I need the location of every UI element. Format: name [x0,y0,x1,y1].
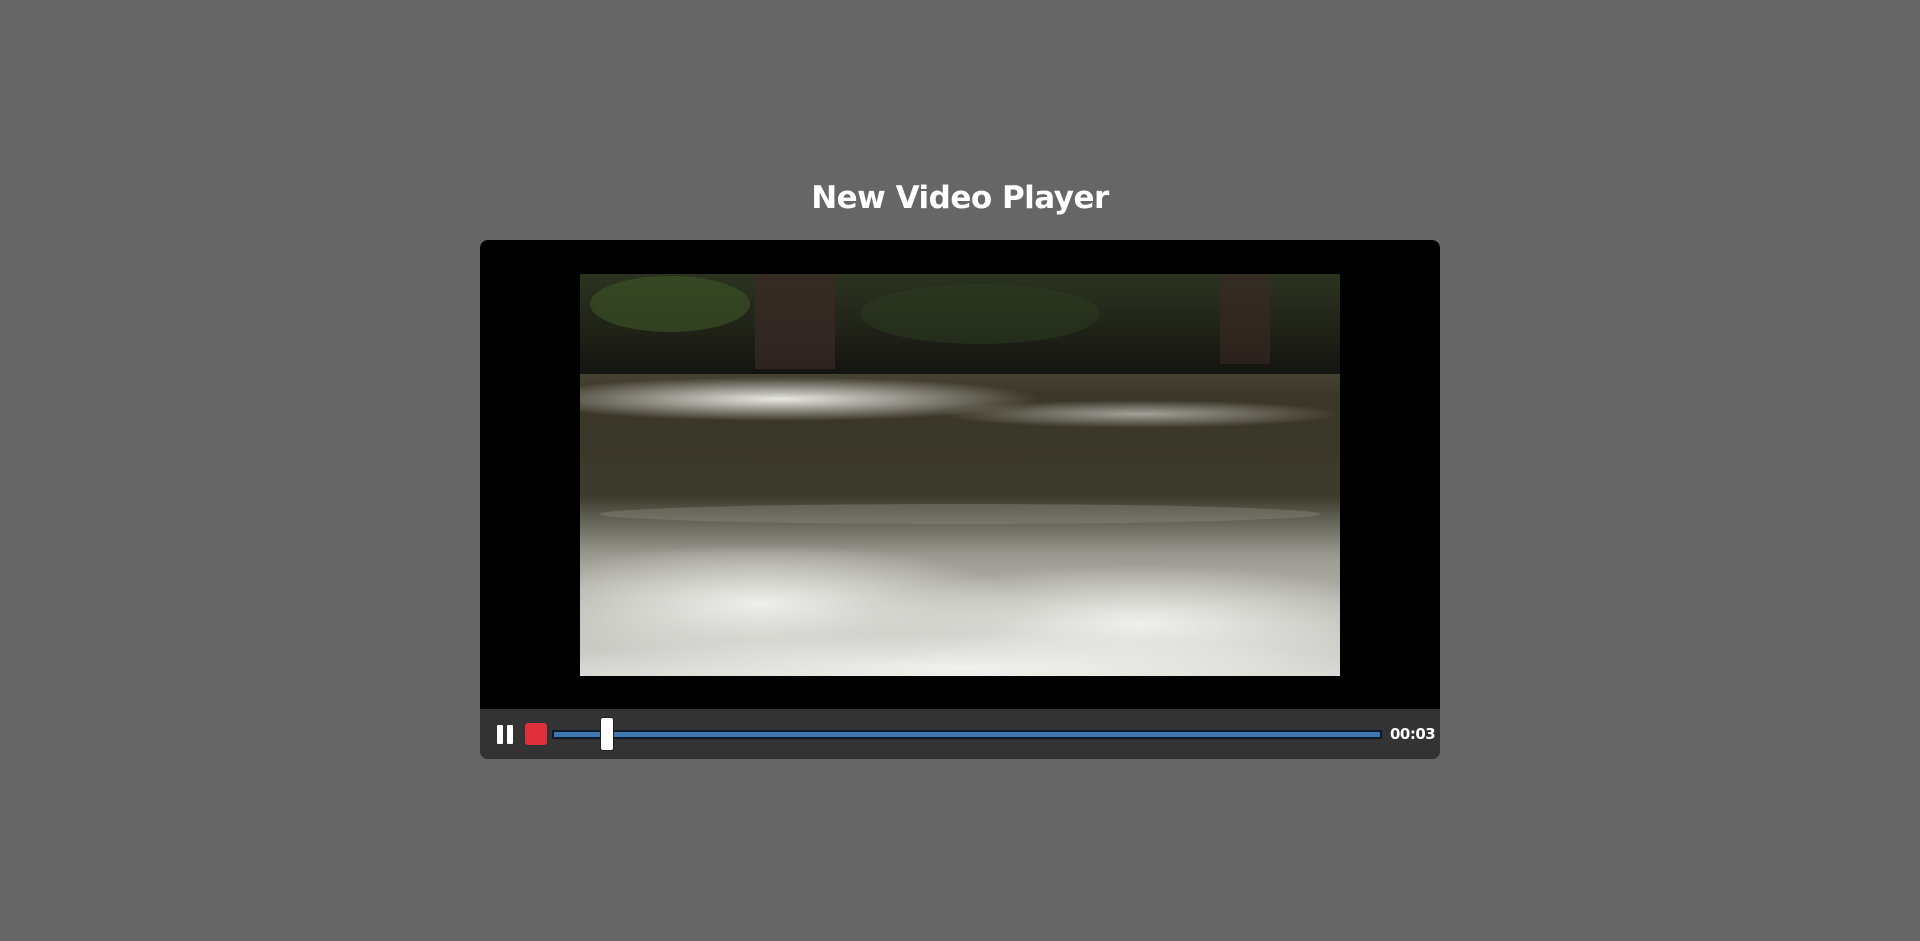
current-time: 00:03 [1390,725,1436,743]
stop-button[interactable] [525,723,547,745]
seek-bar[interactable] [552,730,1382,739]
seek-handle[interactable] [599,717,614,751]
video-display[interactable] [580,274,1340,676]
pause-icon [497,725,503,744]
video-player: 00:03 [480,240,1440,759]
page-title: New Video Player [811,180,1109,216]
player-controls: 00:03 [480,709,1440,759]
page: New Video Player 00:03 [0,0,1920,941]
pause-icon-bar [507,725,513,744]
pause-button[interactable] [494,723,516,745]
video-frame-image [580,274,1340,676]
seek-bar-track [554,732,1380,737]
